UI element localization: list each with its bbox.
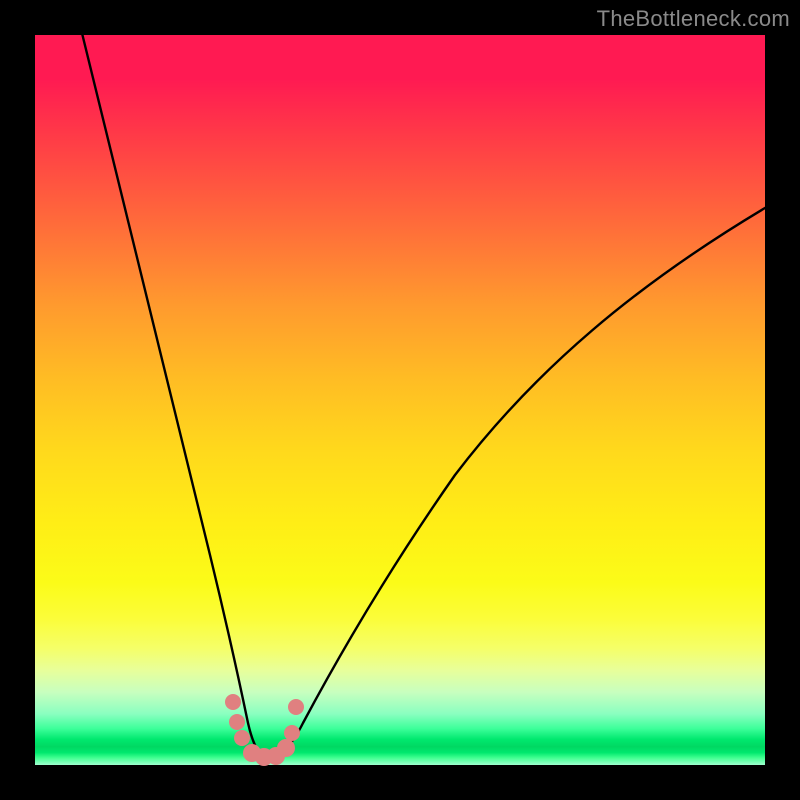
bottleneck-curve-svg — [35, 35, 765, 765]
curve-right-branch — [267, 205, 770, 759]
watermark-text: TheBottleneck.com — [597, 6, 790, 32]
plot-area — [35, 35, 765, 765]
chart-frame: TheBottleneck.com — [0, 0, 800, 800]
curve-left-branch — [80, 25, 267, 759]
bottleneck-minimum-dots — [225, 694, 304, 766]
